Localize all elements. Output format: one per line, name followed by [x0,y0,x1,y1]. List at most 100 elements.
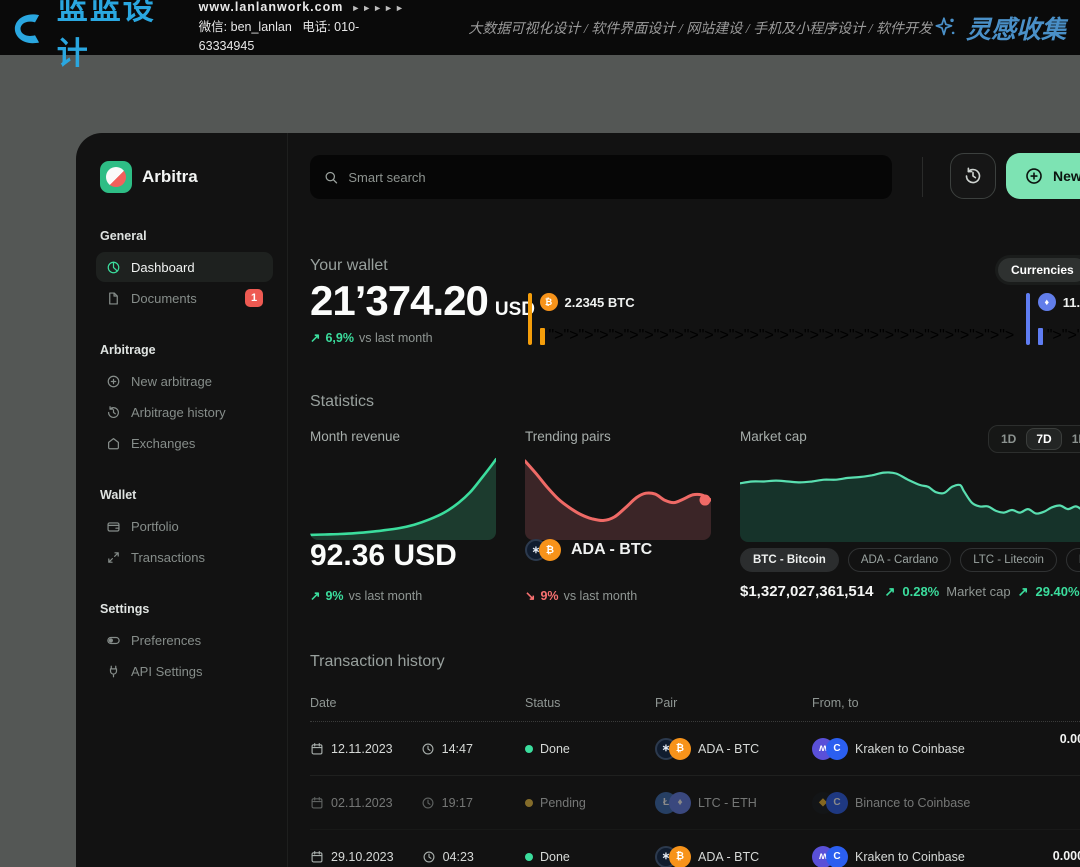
wallet-tabs: CurrenciesE [995,255,1080,285]
table-row[interactable]: 12.11.2023 14:47 Done ∗₿ ADA - BTC ʍC Kr… [310,722,1080,776]
holding-amount: 11.06 ETH [1063,295,1080,310]
table-header: Date Status Pair From, to [310,696,1080,722]
history-icon [963,166,983,186]
nav-section-wallet: Wallet Portfolio Transactions [100,488,269,572]
wallet-change: ↗ 6,9% vs last month [310,330,433,345]
document-icon [106,291,121,306]
sidebar-item-label: Dashboard [131,260,195,275]
sidebar-item-label: Exchanges [131,436,195,451]
site-contact: www.lanlanwork.com►►►►► 微信: ben_lanlan 电… [199,0,409,57]
search-icon [324,170,338,185]
tx-date: 29.10.2023 [331,850,394,864]
trending-pair-label: ADA - BTC [571,541,652,559]
eth-coin-icon: ♦ [1038,293,1056,311]
sidebar-item-documents[interactable]: Documents 1 [96,283,273,313]
market-cap-label: Market cap [740,429,807,444]
tx-route: Kraken to Coinbase [855,742,965,756]
dashboard-app: Arbitra General Dashboard Documents 1 Arb… [76,133,1080,867]
holding-eth: ♦11.06 ETH ">">">">">">">">">">">">">">"… [1026,293,1080,349]
coin-pill[interactable]: BTC - Bitcoin [740,548,839,572]
sidebar: Arbitra General Dashboard Documents 1 Arb… [76,133,288,867]
home-icon [106,436,121,451]
sparkle-icon [932,15,958,41]
month-revenue-change: ↗ 9% vs last month [310,588,422,603]
wallet-icon [106,519,121,534]
btc-coin-icon: ₿ [540,293,558,311]
collection-link[interactable]: 灵感收集 [932,10,1066,46]
history-button[interactable] [950,153,996,199]
nav-section-title: Arbitrage [100,343,269,357]
tx-route: Binance to Coinbase [855,796,970,810]
wallet-title: Your wallet [310,257,388,275]
sidebar-item-api-settings[interactable]: API Settings [96,656,273,686]
coin-pill[interactable]: ADA - Cardano [848,548,951,572]
btc-coin-icon: ₿ [539,539,561,561]
notification-badge: 1 [245,289,263,307]
trend-up-icon: ↗ [1018,584,1029,600]
calendar-icon [310,850,324,864]
range-1d[interactable]: 1D [991,428,1026,450]
sidebar-item-dashboard[interactable]: Dashboard [96,252,273,282]
sidebar-item-portfolio[interactable]: Portfolio [96,511,273,541]
trending-pairs-chart [525,455,711,540]
arrows-decor: ►►►►► [351,3,406,13]
dashboard-icon [106,260,121,275]
site-url[interactable]: www.lanlanwork.com [199,0,344,14]
transaction-history: Transaction history Date Status Pair Fro… [310,653,1080,867]
eth-coin-icon: ♦ [669,792,691,814]
market-cap-stats: $1,327,027,361,514 ↗ 0.28% Market cap ↗ … [740,583,1080,600]
collection-label: 灵感收集 [966,10,1066,46]
table-row[interactable]: 29.10.2023 04:23 Done ∗₿ ADA - BTC ʍC Kr… [310,830,1080,867]
coinbase-coin-icon: C [826,738,848,760]
col-date: Date [310,696,525,710]
sidebar-item-label: New arbitrage [131,374,212,389]
tx-pair: ADA - BTC [698,742,759,756]
coin-pill[interactable]: LTC - Litecoin [960,548,1057,572]
month-revenue-label: Month revenue [310,429,400,444]
sidebar-item-new-arbitrage[interactable]: New arbitrage [96,366,273,396]
sidebar-item-exchanges[interactable]: Exchanges [96,428,273,458]
nav-section-title: Wallet [100,488,269,502]
site-header: 蓝蓝设计 www.lanlanwork.com►►►►► 微信: ben_lan… [0,0,1080,55]
tx-pair: LTC - ETH [698,796,757,810]
month-revenue-chart [310,455,496,540]
range-7d[interactable]: 7D [1026,428,1061,450]
status-dot-icon [525,799,533,807]
sidebar-item-arbitrage-history[interactable]: Arbitrage history [96,397,273,427]
site-wechat: 微信: ben_lanlan [199,20,292,34]
tx-amounts: 0.0021 [1060,722,1080,775]
topbar-divider [922,157,923,197]
sidebar-item-label: Documents [131,291,197,306]
lanlan-logo-icon [10,8,49,48]
search-box[interactable] [310,155,892,199]
tx-status: Pending [540,796,586,810]
app-brand[interactable]: Arbitra [100,161,269,193]
plus-circle-icon [106,374,121,389]
search-input[interactable] [348,170,878,185]
sidebar-item-preferences[interactable]: Preferences [96,625,273,655]
new-arbitrage-button[interactable]: New a [1006,153,1080,199]
nav-section-general: General Dashboard Documents 1 [100,229,269,313]
tx-status: Done [540,850,570,864]
site-logo[interactable]: 蓝蓝设计 [10,0,185,73]
tx-date: 02.11.2023 [331,796,393,810]
range-control: 1D7D1M [988,425,1080,453]
range-1m[interactable]: 1M [1062,428,1080,450]
holding-btc: ₿2.2345 BTC ">">">">">">">">">">">">">">… [528,293,1026,349]
market-cap-value: $1,327,027,361,514 [740,583,873,600]
app-brand-name: Arbitra [142,167,198,187]
tx-pair: ADA - BTC [698,850,759,864]
trend-up-icon: ↗ [310,588,320,603]
sidebar-item-transactions[interactable]: Transactions [96,542,273,572]
coin-pill[interactable]: ETH - Ethereu [1066,548,1080,572]
table-row[interactable]: 02.11.2023 19:17 Pending Ł♦ LTC - ETH ◆C… [310,776,1080,830]
wallet-tab-currencies[interactable]: Currencies [998,258,1080,282]
calendar-icon [310,796,324,810]
col-status: Status [525,696,655,710]
arrows-icon [106,550,121,565]
clock-icon [421,742,435,756]
btc-coin-icon: ₿ [669,738,691,760]
statistics-title: Statistics [310,393,374,411]
sidebar-item-label: Portfolio [131,519,179,534]
wallet-balance: 21’374.20USD [310,277,535,325]
